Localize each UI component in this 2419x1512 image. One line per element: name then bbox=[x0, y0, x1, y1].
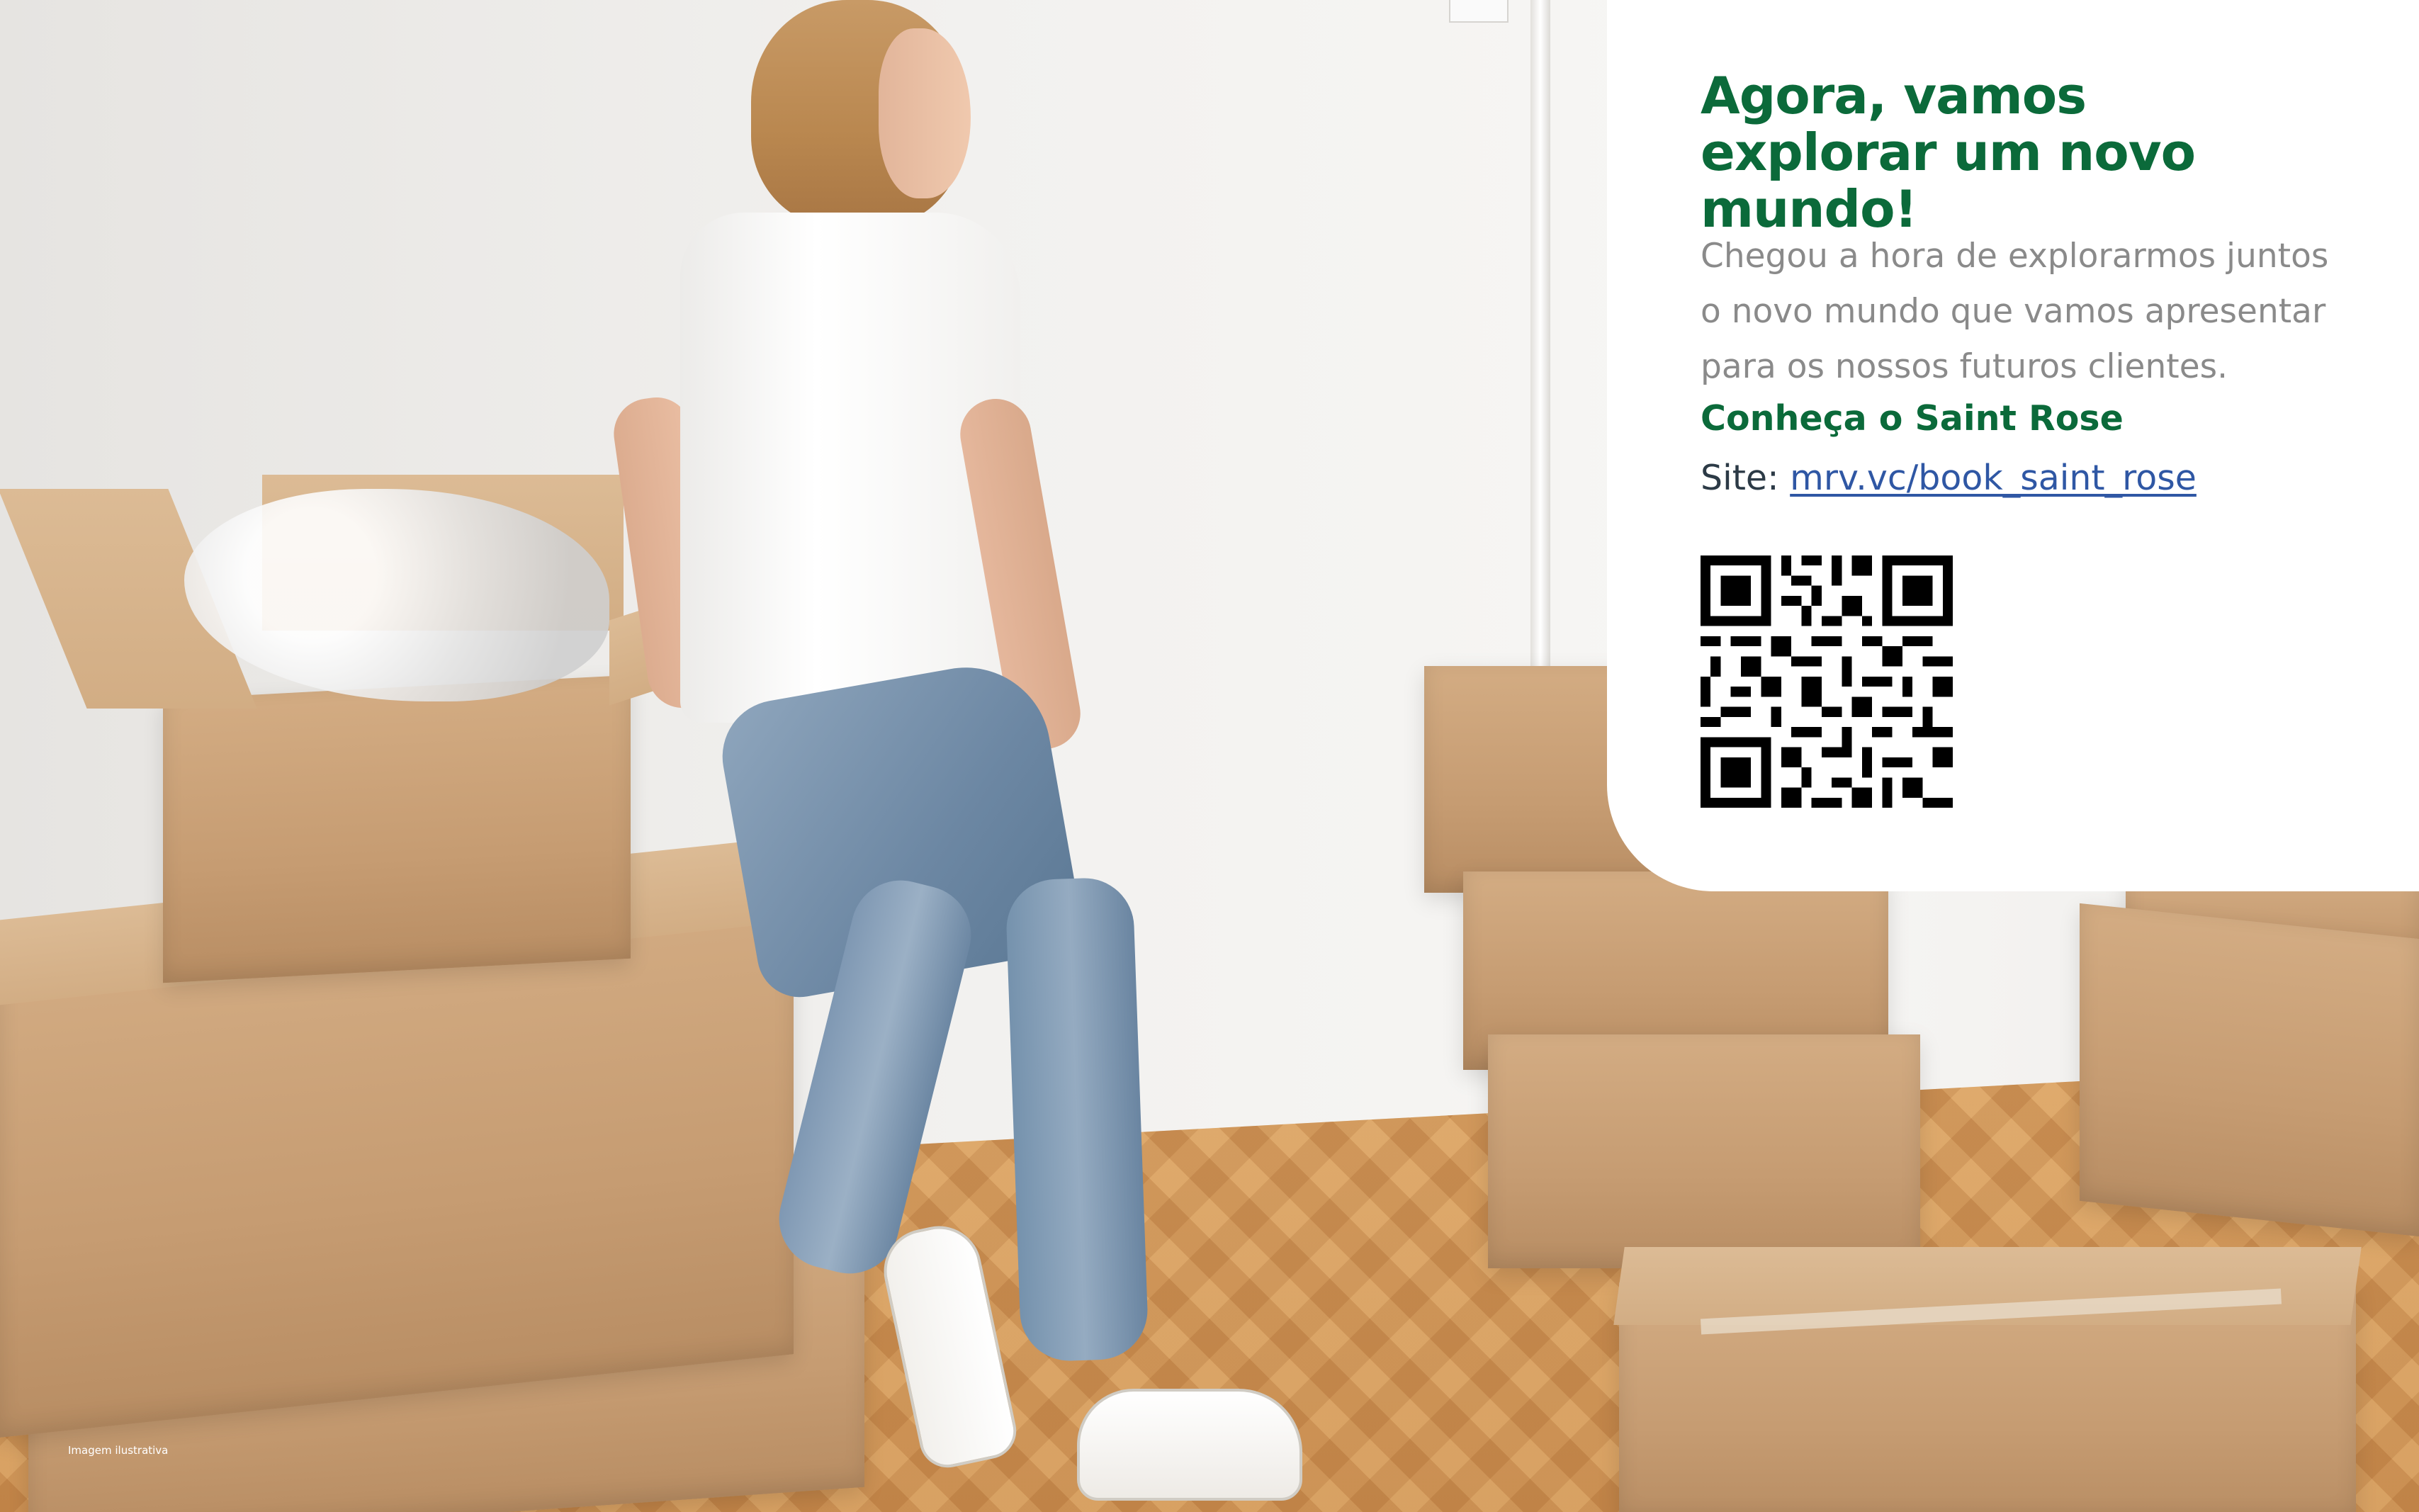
brochure-page: Agora, vamos explorar um novo mundo! Che… bbox=[0, 0, 2419, 1512]
qr-code-icon[interactable] bbox=[1701, 555, 1953, 808]
image-caption: Imagem ilustrativa bbox=[68, 1444, 169, 1457]
woman-right-sneaker bbox=[1077, 1389, 1302, 1501]
open-box bbox=[163, 675, 631, 983]
site-label: Site: bbox=[1701, 458, 1791, 498]
site-link[interactable]: mrv.vc/book_saint_rose bbox=[1790, 458, 2197, 498]
card-site-line: Site: mrv.vc/book_saint_rose bbox=[1701, 453, 2197, 503]
card-title: Agora, vamos explorar um novo mundo! bbox=[1701, 66, 2196, 239]
box-far-right bbox=[2080, 903, 2419, 1237]
box-stack-right-bottom bbox=[1488, 1034, 1920, 1268]
card-cta-heading: Conheça o Saint Rose bbox=[1701, 398, 2124, 439]
card-body-text: Chegou a hora de explorarmos juntos o no… bbox=[1701, 237, 2329, 386]
woman-right-leg bbox=[1005, 876, 1149, 1363]
light-switch bbox=[1449, 0, 1509, 23]
